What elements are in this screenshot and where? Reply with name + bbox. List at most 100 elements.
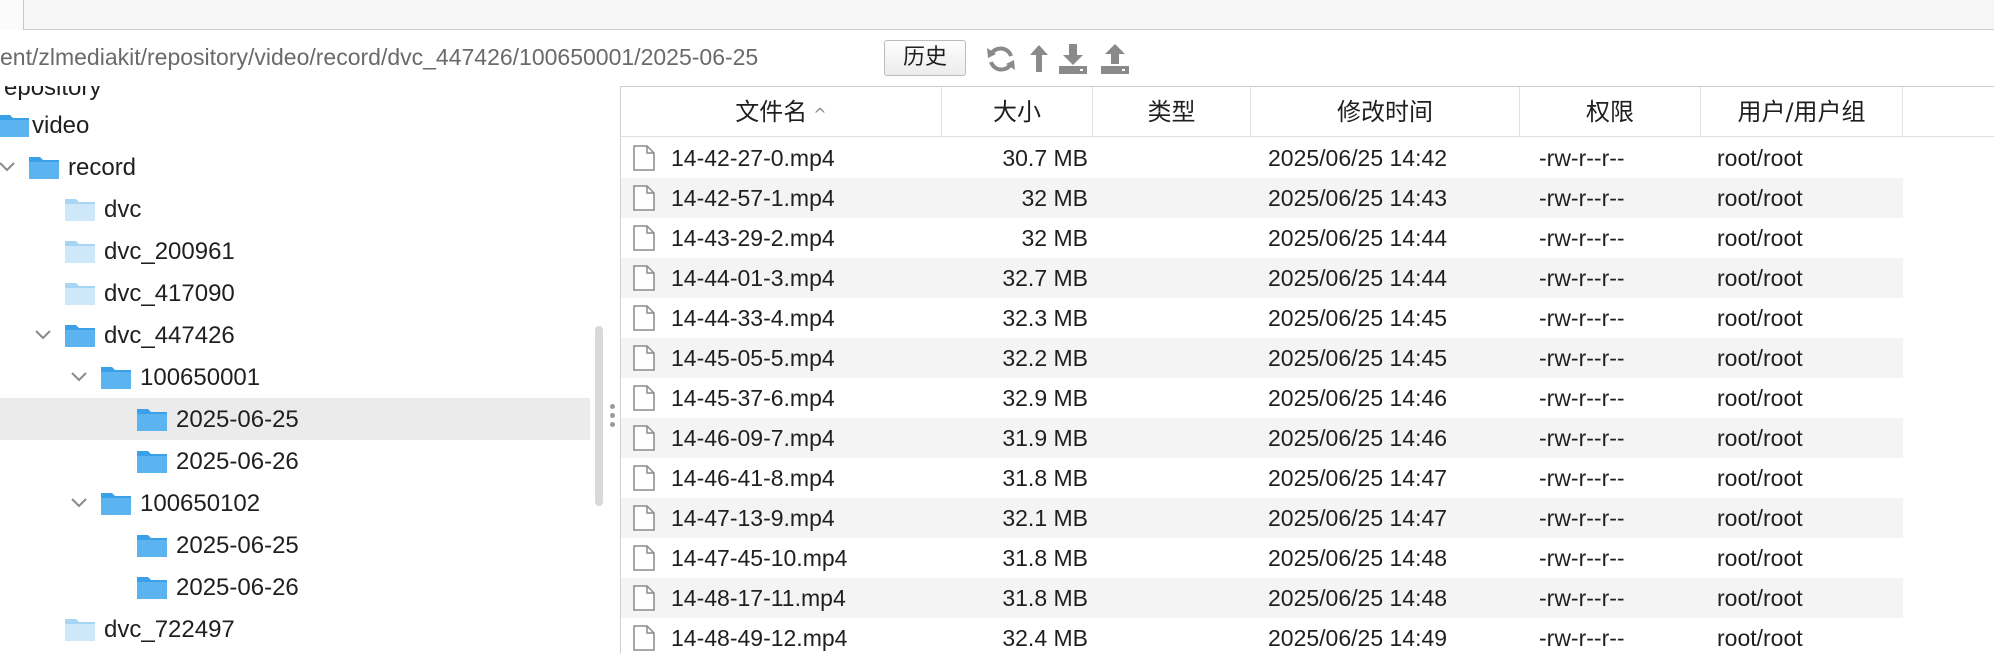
file-icon [633,385,655,411]
file-modified: 2025/06/25 14:45 [1268,345,1448,371]
file-size: 32 MB [1021,225,1088,251]
file-permissions: -rw-r--r-- [1539,505,1625,531]
column-header-type[interactable]: 类型 [1093,87,1251,137]
tree-item-dvc-447426[interactable]: dvc_447426 [0,314,590,356]
file-permissions: -rw-r--r-- [1539,625,1625,651]
file-owner: root/root [1717,225,1803,251]
tree-item-2025-06-25[interactable]: 2025-06-25 [0,524,590,566]
tree-item-dvc-722497[interactable]: dvc_722497 [0,608,590,650]
path-input[interactable]: ent/zlmediakit/repository/video/record/d… [0,44,758,71]
tab-edge[interactable] [0,0,24,30]
chevron-down-icon[interactable] [68,491,90,513]
file-size: 32 MB [1021,185,1088,211]
tree-item-dvc-200961[interactable]: dvc_200961 [0,230,590,272]
tree-item-label: dvc_722497 [104,616,235,643]
file-row[interactable]: 14-42-27-0.mp4 30.7 MB 2025/06/25 14:42 -rw… [621,138,1903,178]
folder-icon [0,115,29,137]
tree-scrollbar-thumb[interactable] [595,326,603,506]
file-name: 14-44-01-3.mp4 [671,265,835,291]
file-permissions: -rw-r--r-- [1539,385,1625,411]
folder-tree[interactable]: epository video record dvc dvc_200961 dv… [0,86,590,654]
tree-item-record[interactable]: record [0,146,590,188]
file-owner: root/root [1717,265,1803,291]
file-modified: 2025/06/25 14:44 [1268,265,1448,291]
file-row[interactable]: 14-48-49-12.mp4 32.4 MB 2025/06/25 14:49 -r… [621,618,1903,654]
file-list: 文件名 ^ 大小 类型 修改时间 权限 用户/用户组 14-42-27-0.mp4… [620,86,1994,654]
file-permissions: -rw-r--r-- [1539,425,1625,451]
file-row[interactable]: 14-47-13-9.mp4 32.1 MB 2025/06/25 14:47 -rw… [621,498,1903,538]
file-row[interactable]: 14-45-37-6.mp4 32.9 MB 2025/06/25 14:46 -rw… [621,378,1903,418]
folder-icon [29,157,59,179]
file-size: 31.8 MB [1002,545,1088,571]
tree-item-label: video [32,112,90,139]
chevron-down-icon[interactable] [68,365,90,387]
file-size: 32.4 MB [1002,625,1088,651]
chevron-down-icon[interactable] [0,155,18,177]
tree-item-label: 2025-06-26 [176,574,299,601]
file-row[interactable]: 14-44-01-3.mp4 32.7 MB 2025/06/25 14:44 -rw… [621,258,1903,298]
file-name: 14-46-09-7.mp4 [671,425,835,451]
file-modified: 2025/06/25 14:47 [1268,505,1448,531]
file-row[interactable]: 14-46-09-7.mp4 31.9 MB 2025/06/25 14:46 -rw… [621,418,1903,458]
column-header-permissions[interactable]: 权限 [1520,87,1701,137]
file-row[interactable]: 14-42-57-1.mp4 32 MB 2025/06/25 14:43 -rw-r… [621,178,1903,218]
file-icon [633,305,655,331]
go-up-icon[interactable] [1022,42,1056,76]
tree-item-video[interactable]: video [0,104,590,146]
tree-item-dvc-417090[interactable]: dvc_417090 [0,272,590,314]
file-name: 14-45-37-6.mp4 [671,385,835,411]
file-row[interactable]: 14-46-41-8.mp4 31.8 MB 2025/06/25 14:47 -rw… [621,458,1903,498]
file-modified: 2025/06/25 14:42 [1268,145,1448,171]
tree-item-100650102[interactable]: 100650102 [0,482,590,524]
file-owner: root/root [1717,505,1803,531]
chevron-down-icon[interactable] [32,323,54,345]
file-owner: root/root [1717,425,1803,451]
file-size: 32.1 MB [1002,505,1088,531]
sort-ascending-icon: ^ [813,105,827,124]
file-name: 14-43-29-2.mp4 [671,225,835,251]
file-row[interactable]: 14-45-05-5.mp4 32.2 MB 2025/06/25 14:45 -rw… [621,338,1903,378]
file-owner: root/root [1717,545,1803,571]
tree-item-label: dvc [104,196,142,223]
tree-item-2025-06-26[interactable]: 2025-06-26 [0,440,590,482]
column-header-size[interactable]: 大小 [942,87,1093,137]
file-icon [633,345,655,371]
file-name: 14-42-57-1.mp4 [671,185,835,211]
file-row[interactable]: 14-47-45-10.mp4 31.8 MB 2025/06/25 14:48 -r… [621,538,1903,578]
splitter-grip-icon[interactable] [610,404,616,434]
file-modified: 2025/06/25 14:43 [1268,185,1448,211]
column-header-name[interactable]: 文件名 ^ [621,87,942,137]
history-button[interactable]: 历史 [884,40,966,76]
file-modified: 2025/06/25 14:47 [1268,465,1448,491]
tree-item-dvc[interactable]: dvc [0,188,590,230]
tree-item-2025-06-25-selected[interactable]: 2025-06-25 [0,398,590,440]
tree-item-100650001[interactable]: 100650001 [0,356,590,398]
upload-icon[interactable] [1098,42,1132,76]
tree-item-label: dvc_200961 [104,238,235,265]
file-name: 14-42-27-0.mp4 [671,145,835,171]
file-modified: 2025/06/25 14:48 [1268,585,1448,611]
file-permissions: -rw-r--r-- [1539,305,1625,331]
folder-icon [65,325,95,347]
folder-icon [137,409,167,431]
pane-splitter[interactable] [590,86,620,654]
file-row[interactable]: 14-44-33-4.mp4 32.3 MB 2025/06/25 14:45 -rw… [621,298,1903,338]
tree-item-2025-06-26[interactable]: 2025-06-26 [0,566,590,608]
refresh-icon[interactable] [984,42,1018,76]
column-header-modified[interactable]: 修改时间 [1251,87,1520,137]
column-header-name-label: 文件名 [735,98,808,126]
file-modified: 2025/06/25 14:45 [1268,305,1448,331]
file-list-header: 文件名 ^ 大小 类型 修改时间 权限 用户/用户组 [621,87,1994,137]
file-icon [633,425,655,451]
tree-item-label: 100650102 [140,490,261,517]
download-icon[interactable] [1056,42,1090,76]
folder-icon [101,493,131,515]
column-header-owner[interactable]: 用户/用户组 [1701,87,1903,137]
file-icon [633,465,655,491]
file-row[interactable]: 14-43-29-2.mp4 32 MB 2025/06/25 14:44 -rw-r… [621,218,1903,258]
file-row[interactable]: 14-48-17-11.mp4 31.8 MB 2025/06/25 14:48 -r… [621,578,1903,618]
folder-light-icon [65,619,95,641]
file-size: 32.7 MB [1002,265,1088,291]
file-icon [633,265,655,291]
file-size: 32.3 MB [1002,305,1088,331]
